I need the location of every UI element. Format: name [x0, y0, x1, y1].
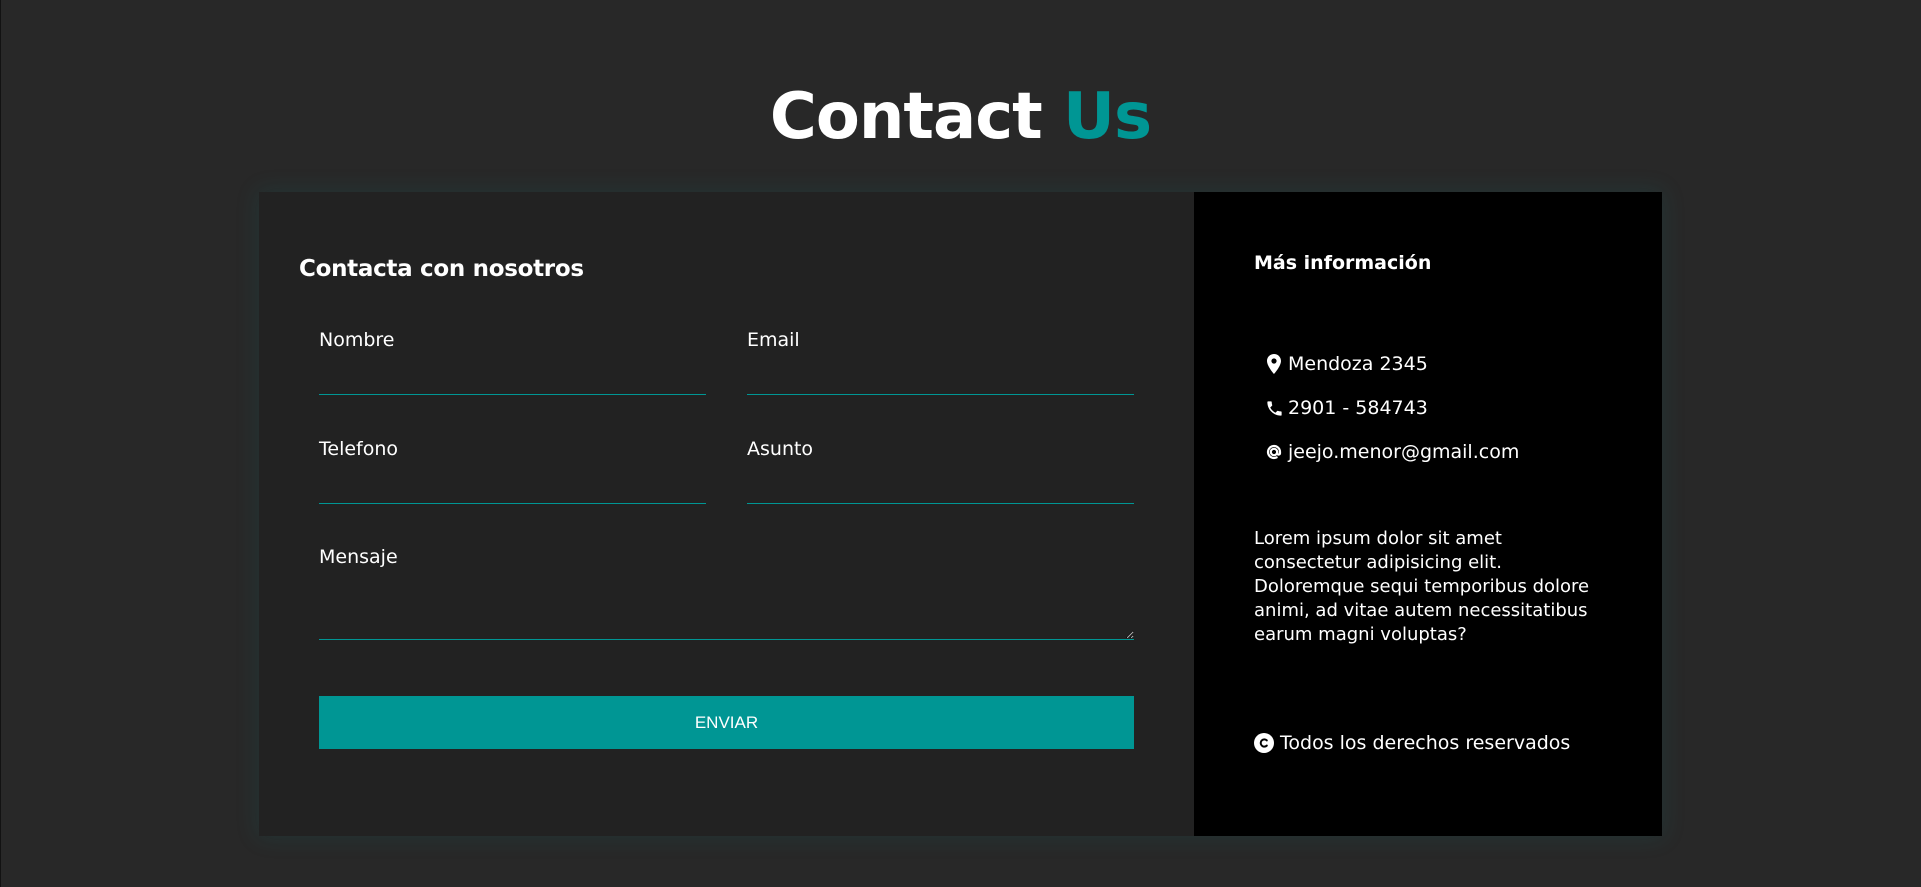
- info-panel: Más información Mendoza 2345 2901 - 5847…: [1194, 192, 1662, 836]
- page-title: Contact Us: [0, 78, 1921, 156]
- mensaje-label: Mensaje: [319, 546, 398, 568]
- location-pin-icon: [1264, 353, 1284, 375]
- page-title-main: Contact: [769, 80, 1043, 154]
- contact-item-address: Mendoza 2345: [1264, 342, 1519, 386]
- info-description: Lorem ipsum dolor sit amet consectetur a…: [1254, 528, 1590, 645]
- email-input[interactable]: [747, 353, 1134, 395]
- email-field-group: Email: [747, 327, 1134, 395]
- asunto-label: Asunto: [747, 438, 814, 460]
- telefono-input[interactable]: [319, 462, 706, 504]
- asunto-field-group: Asunto: [747, 436, 1134, 504]
- telefono-label: Telefono: [319, 438, 399, 460]
- email-text: jeejo.menor@gmail.com: [1288, 441, 1520, 463]
- asunto-input[interactable]: [747, 462, 1134, 504]
- email-label: Email: [747, 329, 800, 351]
- contact-form: Contacta con nosotros Nombre Email Telef…: [259, 192, 1194, 836]
- copyright-text: Todos los derechos reservados: [1280, 732, 1571, 754]
- copyright-icon: [1254, 733, 1274, 753]
- address-text: Mendoza 2345: [1288, 353, 1428, 375]
- contact-list: Mendoza 2345 2901 - 584743 jeejo.menor@g…: [1264, 342, 1519, 474]
- send-button[interactable]: ENVIAR: [319, 696, 1134, 749]
- nombre-input[interactable]: [319, 353, 706, 395]
- contact-item-phone: 2901 - 584743: [1264, 386, 1519, 430]
- phone-text: 2901 - 584743: [1288, 397, 1428, 419]
- telefono-field-group: Telefono: [319, 436, 706, 504]
- copyright-notice: Todos los derechos reservados: [1254, 732, 1570, 754]
- mensaje-textarea[interactable]: [319, 570, 1134, 640]
- nombre-field-group: Nombre: [319, 327, 706, 395]
- mensaje-field-group: Mensaje: [319, 544, 1134, 640]
- nombre-label: Nombre: [319, 329, 395, 351]
- at-sign-icon: [1264, 441, 1284, 463]
- info-heading: Más información: [1254, 252, 1432, 274]
- contact-item-email: jeejo.menor@gmail.com: [1264, 430, 1519, 474]
- page-title-accent: Us: [1063, 80, 1152, 154]
- contact-card: Contacta con nosotros Nombre Email Telef…: [259, 192, 1662, 836]
- phone-icon: [1264, 397, 1284, 419]
- form-heading: Contacta con nosotros: [299, 256, 584, 282]
